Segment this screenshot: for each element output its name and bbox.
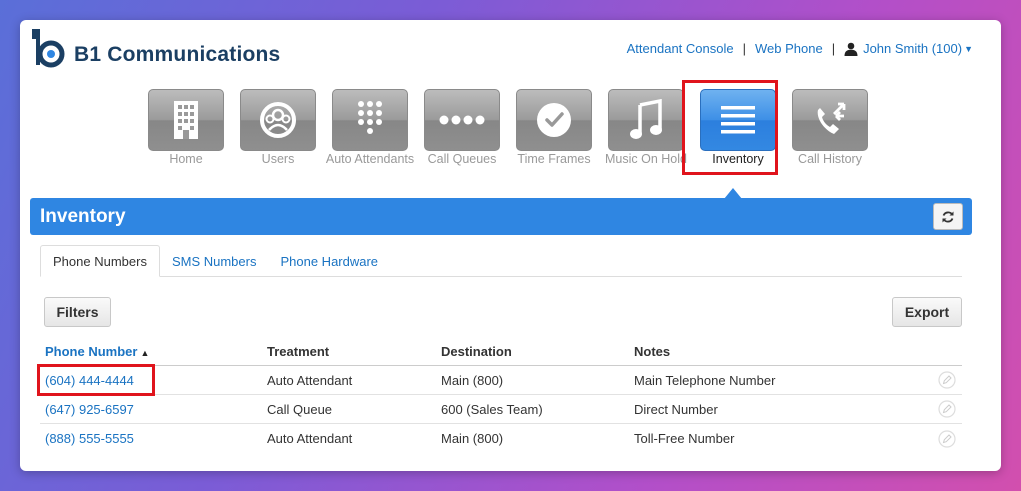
phone-number-link[interactable]: (647) 925-6597: [40, 402, 267, 417]
export-button[interactable]: Export: [892, 297, 962, 327]
table-header: Phone Number ▲ Treatment Destination Note…: [40, 338, 962, 366]
chevron-down-icon: ▼: [964, 43, 973, 54]
notes-cell: Main Telephone Number: [634, 372, 776, 388]
filters-button[interactable]: Filters: [44, 297, 111, 327]
highlight-box: [682, 80, 778, 175]
tab-phone-hardware[interactable]: Phone Hardware: [268, 245, 390, 277]
nav-call-history[interactable]: Call History: [784, 89, 876, 167]
brand-logo[interactable]: B1 Communications: [30, 27, 280, 69]
keypad-icon: [332, 89, 408, 151]
nav-label: Music On Hold: [605, 152, 687, 166]
separator: |: [742, 41, 746, 56]
main-panel: B1 Communications Attendant Console | We…: [20, 20, 1001, 471]
nav-label: Call Queues: [427, 152, 497, 166]
nav-label: Call History: [798, 152, 862, 166]
nav-music-on-hold[interactable]: Music On Hold: [600, 89, 692, 167]
refresh-button[interactable]: [933, 203, 963, 230]
column-phone-number[interactable]: Phone Number ▲: [40, 344, 267, 359]
refresh-icon: [942, 211, 954, 222]
section-header: Inventory: [30, 198, 972, 235]
user-name: John Smith (100): [863, 41, 963, 56]
highlight-box: [37, 364, 155, 396]
nav-users[interactable]: Users: [232, 89, 324, 167]
phone-numbers-table: Phone Number ▲ Treatment Destination Note…: [40, 338, 962, 453]
nav-call-queues[interactable]: Call Queues: [416, 89, 508, 167]
notes-cell: Toll-Free Number: [634, 431, 735, 446]
treatment-cell: Auto Attendant: [267, 372, 353, 388]
nav-label: Users: [261, 152, 295, 166]
top-links: Attendant Console | Web Phone | John Smi…: [627, 41, 973, 56]
attendant-console-link[interactable]: Attendant Console: [627, 41, 734, 56]
notes-cell: Direct Number: [634, 401, 718, 417]
nav-label: Time Frames: [517, 152, 591, 166]
separator: |: [831, 41, 836, 56]
column-destination: Destination: [441, 344, 512, 359]
edit-icon[interactable]: [932, 400, 962, 418]
tab-phone-numbers[interactable]: Phone Numbers: [40, 245, 160, 277]
table-row: (888) 555-5555 Auto Attendant Main (800)…: [40, 424, 962, 453]
edit-icon[interactable]: [932, 429, 962, 448]
user-menu[interactable]: John Smith (100) ▼: [844, 41, 973, 56]
destination-cell: Main (800): [441, 372, 504, 388]
column-treatment: Treatment: [267, 344, 330, 359]
tab-bar: Phone Numbers SMS Numbers Phone Hardware: [40, 245, 962, 277]
b1-logo-icon: [30, 27, 66, 69]
web-phone-link[interactable]: Web Phone: [755, 41, 823, 56]
users-icon: [240, 89, 316, 151]
destination-cell: Main (800): [441, 431, 504, 446]
music-note-icon: [608, 89, 684, 151]
column-notes: Notes: [634, 344, 671, 359]
edit-icon[interactable]: [932, 371, 962, 389]
nav-label: Home: [169, 152, 203, 166]
page-title: Inventory: [40, 206, 126, 227]
clock-icon: [516, 89, 592, 151]
user-icon: [844, 42, 858, 56]
table-row: (604) 444-4444 Auto Attendant Main (800)…: [40, 366, 962, 395]
nav-time-frames[interactable]: Time Frames: [508, 89, 600, 167]
building-icon: [148, 89, 224, 151]
nav-home[interactable]: Home: [140, 89, 232, 167]
tab-sms-numbers[interactable]: SMS Numbers: [160, 245, 269, 277]
sort-asc-icon: ▲: [140, 348, 150, 358]
treatment-cell: Auto Attendant: [267, 431, 353, 446]
nav-label: Auto Attendants: [325, 152, 415, 166]
table-row: (647) 925-6597 Call Queue 600 (Sales Tea…: [40, 395, 962, 424]
brand-name: B1 Communications: [74, 43, 281, 66]
dots-icon: [424, 89, 500, 151]
destination-cell: 600 (Sales Team): [441, 401, 543, 417]
phone-arrows-icon: [792, 89, 868, 151]
nav-auto-attendants[interactable]: Auto Attendants: [324, 89, 416, 167]
treatment-cell: Call Queue: [267, 401, 333, 417]
phone-number-link[interactable]: (888) 555-5555: [40, 431, 267, 446]
